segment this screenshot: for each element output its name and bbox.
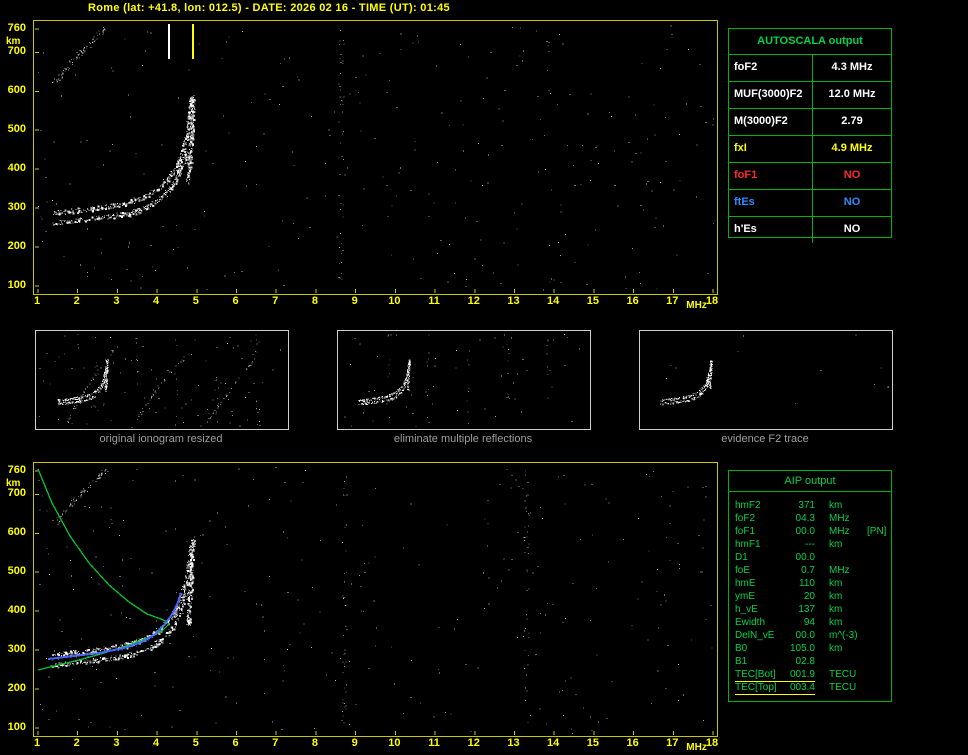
aip-table: AIP output hmF2 371 km foF2 04.3 MHz foF1 00.0 M… <box>728 470 892 702</box>
aip-row-unit <box>829 552 865 565</box>
aip-row-name: DelN_vE <box>735 630 775 641</box>
aip-row-name: foF2 <box>735 513 756 524</box>
x-axis-tick-label: 17 <box>666 737 679 749</box>
aip-row-unit: km <box>829 643 843 654</box>
aip-row-value: 371 <box>798 500 815 511</box>
aip-row-value: 00.0 <box>795 526 815 537</box>
aip-row-unit: km <box>829 539 843 550</box>
x-axis-tick-label: 10 <box>388 737 401 749</box>
aip-row: TEC[Bot] 001.9 TECU <box>729 669 891 682</box>
ionogram-bottom-canvas <box>35 467 714 735</box>
aip-row-name: hmF2 <box>735 500 761 511</box>
aip-row: D1 00.0 <box>729 552 891 565</box>
aip-row-name: hmF1 <box>735 539 761 550</box>
aip-row-value: 04.3 <box>795 513 815 524</box>
aip-row-unit: m^(-3) <box>829 630 858 641</box>
aip-row-unit: km <box>829 604 843 615</box>
x-axis-tick-label: 8 <box>311 737 318 749</box>
aip-row-name: D1 <box>735 552 748 563</box>
aip-row-value: 001.9 <box>789 669 815 680</box>
aip-row-unit: MHz <box>829 565 850 576</box>
aip-row-unit <box>829 656 865 669</box>
aip-row-unit: MHz <box>829 513 850 524</box>
x-axis-tick-label: 2 <box>73 737 80 749</box>
aip-row-name: B1 <box>735 656 748 667</box>
aip-row-value: --- <box>805 539 815 550</box>
aip-row: DelN_vE 00.0 m^(-3) <box>729 630 891 643</box>
aip-rows: hmF2 371 km foF2 04.3 MHz foF1 00.0 MHz [PN] hmF1 -… <box>729 492 891 695</box>
aip-row-name: ymE <box>735 591 755 602</box>
aip-row-value: 137 <box>798 604 815 615</box>
y-axis-tick-label: 200 <box>7 682 26 695</box>
aip-row-name: foF1 <box>735 526 756 537</box>
aip-row-value: 003.4 <box>789 682 815 693</box>
aip-row-extra: [PN] <box>867 526 887 537</box>
aip-row-value: 0.7 <box>801 565 815 576</box>
y-axis-tick-label: 600 <box>7 526 26 539</box>
aip-row-name: foE <box>735 565 751 576</box>
aip-row: foE 0.7 MHz <box>729 565 891 578</box>
y-axis-tick-label: 760 <box>7 464 26 476</box>
aip-row-unit: TECU <box>829 669 857 680</box>
x-axis-tick-label: 11 <box>428 737 440 749</box>
aip-row: foF2 04.3 MHz <box>729 513 891 526</box>
aip-row-unit: TECU <box>829 682 857 693</box>
y-axis-tick-label: 300 <box>7 643 26 656</box>
aip-row: h_vE 137 km <box>729 604 891 617</box>
x-axis-tick-label: 13 <box>507 737 520 749</box>
ionogram-plot-bottom <box>33 462 718 737</box>
aip-row-name: hmE <box>735 578 756 589</box>
aip-row: hmE 110 km <box>729 578 891 591</box>
y-axis-tick-label: 100 <box>7 721 26 733</box>
x-axis-tick-label: 4 <box>153 737 160 749</box>
aip-row: Ewidth 94 km <box>729 617 891 630</box>
screen: Rome (lat: +41.8, lon: 012.5) - DATE: 20… <box>0 0 968 755</box>
x-axis-tick-label: 14 <box>547 737 560 749</box>
aip-row-value: 110 <box>799 578 815 589</box>
aip-row: B1 02.8 <box>729 656 891 669</box>
x-axis-tick-label: 1 <box>33 737 41 749</box>
y-axis-tick-label: 400 <box>7 604 26 617</box>
x-axis-tick-label: 3 <box>113 737 120 749</box>
aip-row: B0 105.0 km <box>729 643 891 656</box>
aip-row: hmF2 371 km <box>729 500 891 513</box>
aip-row-unit: km <box>829 500 843 511</box>
aip-row-value: 02.8 <box>795 656 815 667</box>
aip-row: hmF1 --- km <box>729 539 891 552</box>
x-axis-tick-label: 5 <box>192 737 199 749</box>
aip-row-value: 00.0 <box>795 630 815 641</box>
aip-row-unit: MHz <box>829 526 850 537</box>
aip-row: foF1 00.0 MHz [PN] <box>729 526 891 539</box>
x-axis-tick-label: 16 <box>626 737 639 749</box>
x-axis-tick-label: 6 <box>232 737 239 749</box>
aip-row-unit: km <box>829 591 843 602</box>
aip-table-title: AIP output <box>729 471 891 492</box>
y-axis-tick-label: 500 <box>7 565 26 578</box>
aip-row-value: 105.0 <box>789 643 815 654</box>
aip-row-value: 00.0 <box>795 552 815 563</box>
x-axis-tick-label: 15 <box>586 737 599 749</box>
aip-row-value: 20 <box>803 591 815 602</box>
aip-row-unit: km <box>829 578 843 589</box>
x-axis-tick-label: 12 <box>467 737 480 749</box>
y-axis-tick-label: 700 <box>7 487 26 500</box>
aip-row: TEC[Top] 003.4 TECU <box>729 682 891 695</box>
x-axis-tick-label: 9 <box>351 737 358 749</box>
aip-row-name: h_vE <box>735 604 758 615</box>
x-axis-tick-label: 7 <box>272 737 279 749</box>
aip-row-name: Ewidth <box>735 617 766 628</box>
aip-row-name: TEC[Bot] <box>735 669 776 680</box>
x-axis-unit-label: MHz <box>686 742 707 753</box>
aip-row-unit: km <box>829 617 843 628</box>
aip-row-name: B0 <box>735 643 748 654</box>
aip-row-value: 94 <box>803 617 815 628</box>
aip-row-name: TEC[Top] <box>735 682 777 693</box>
aip-row: ymE 20 km <box>729 591 891 604</box>
